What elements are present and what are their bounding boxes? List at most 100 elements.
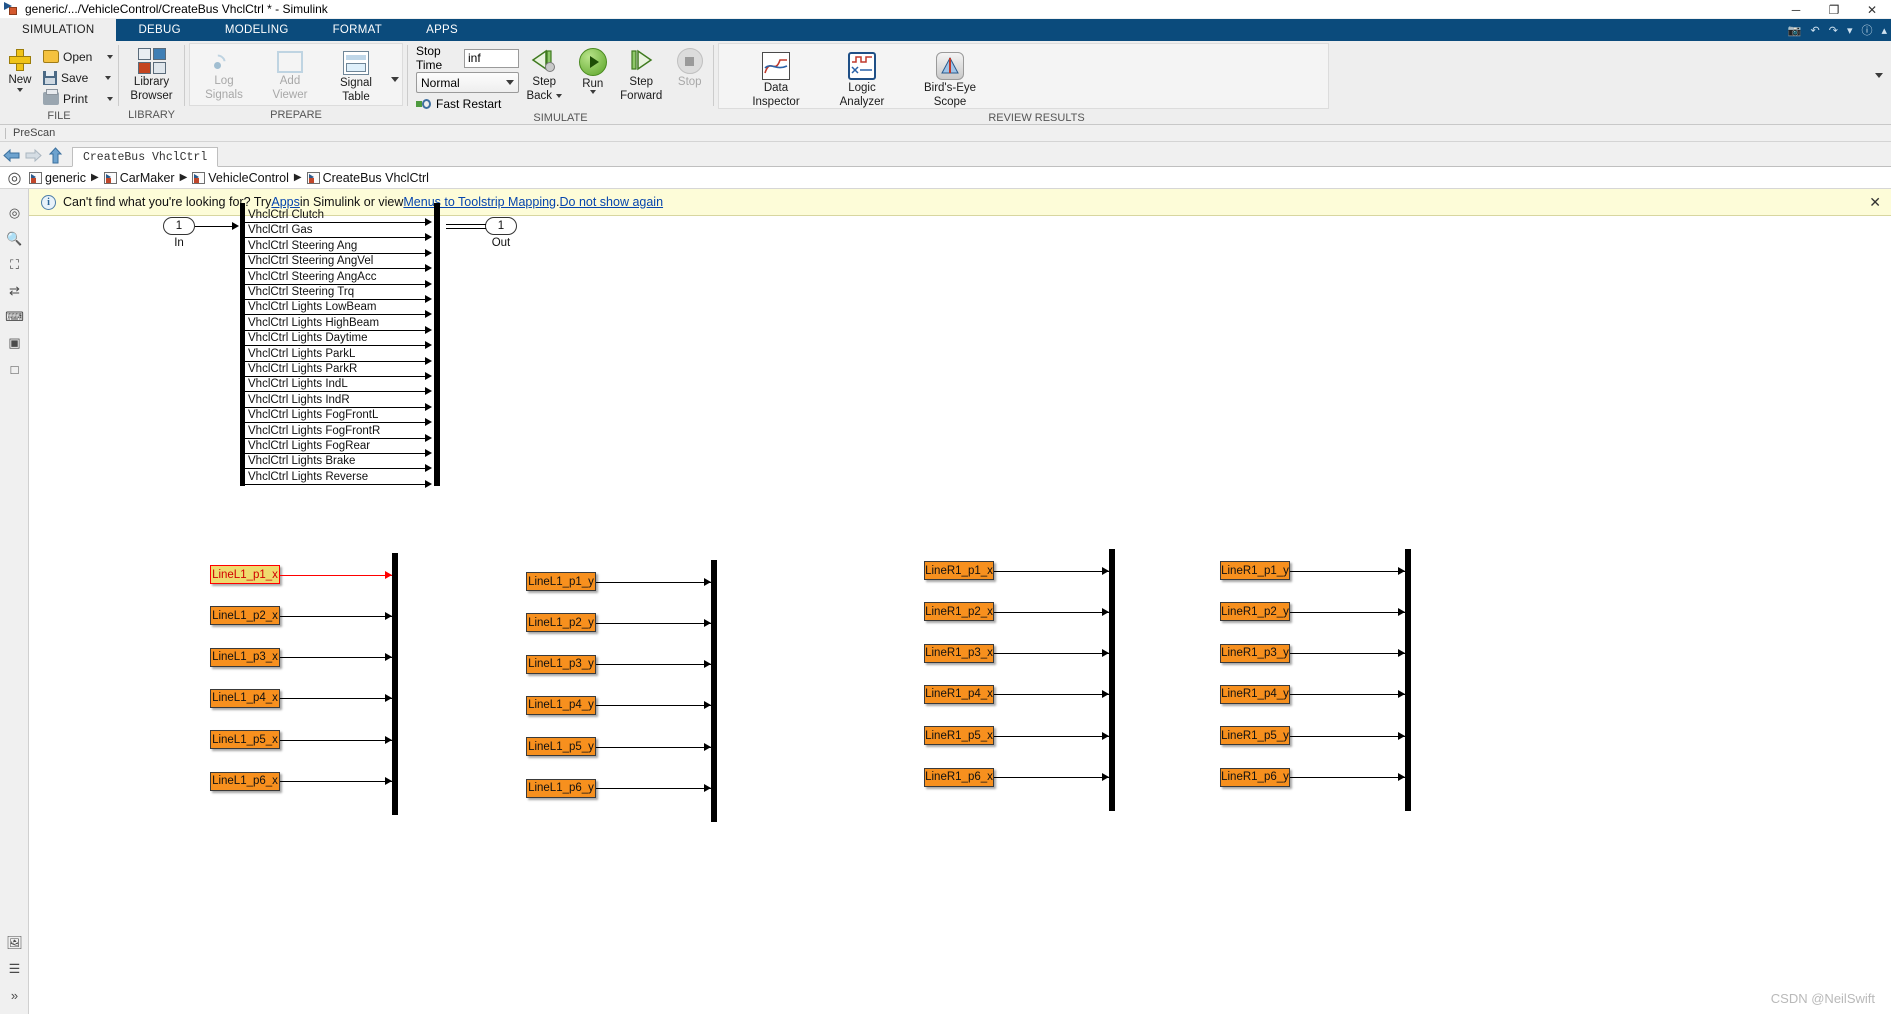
constant-signal-line[interactable] [280,739,392,741]
bus-output-line-top[interactable] [446,224,486,225]
inport-signal-line[interactable] [195,226,235,227]
fast-restart-toggle[interactable]: Fast Restart [416,97,519,111]
property-inspector-icon[interactable]: ☰ [0,956,29,982]
run-button[interactable]: Run [570,45,617,94]
back-arrow-icon[interactable] [0,144,22,166]
target-icon[interactable]: ◎ [0,200,29,226]
constant-block[interactable]: LineR1_p6_y [1220,767,1290,787]
up-arrow-icon[interactable] [44,144,66,166]
prepare-overflow-chevron-down-icon[interactable] [391,77,399,82]
chevron-down-icon[interactable] [17,88,23,92]
area-icon[interactable]: □ [0,356,29,382]
bus-output-line-bottom[interactable] [446,228,486,229]
bus-signal-line[interactable] [245,314,429,316]
ribbon-collapse-chevron-down-icon[interactable] [1875,73,1883,78]
constant-block[interactable]: LineL1_p4_x [210,688,280,708]
bus-signal-line[interactable] [245,268,429,270]
tab-simulation[interactable]: SIMULATION [0,19,117,41]
constant-signal-line[interactable] [994,653,1109,655]
constant-block[interactable]: LineL1_p1_x [210,565,280,584]
constant-signal-line[interactable] [994,570,1109,572]
constant-block[interactable]: LineL1_p3_y [526,654,596,674]
chevron-down-icon[interactable] [107,54,113,59]
breadcrumb-item-createbus-vhclctrl[interactable]: CreateBus VhclCtrl [306,171,429,185]
simulation-mode-select[interactable]: Normal [416,72,519,93]
chevron-down-icon[interactable] [107,96,113,101]
constant-block[interactable]: LineL1_p2_x [210,606,280,626]
birds-eye-scope-button[interactable]: Bird's-Eye Scope [917,49,983,108]
constant-signal-line[interactable] [994,735,1109,737]
chevron-down-icon[interactable] [105,75,111,80]
bus-signal-line[interactable] [245,345,429,347]
redo-icon[interactable]: ↷ [1829,24,1838,37]
breadcrumb-item-carmaker[interactable]: CarMaker [103,171,175,185]
constant-signal-line[interactable] [994,611,1109,613]
notification-link-do-not-show-again[interactable]: Do not show again [560,195,664,209]
bus-signal-line[interactable] [245,406,429,408]
bus-signal-line[interactable] [245,329,429,331]
constant-signal-line[interactable] [280,657,392,659]
constant-signal-line[interactable] [1290,777,1405,778]
constant-block[interactable]: LineL1_p4_y [526,695,596,715]
expand-icon[interactable]: ▴ [1881,24,1887,37]
constant-block[interactable]: LineR1_p3_y [1220,643,1290,663]
add-viewer-button[interactable]: Add Viewer [259,48,321,101]
constant-signal-line[interactable] [994,777,1109,778]
constant-signal-line[interactable] [280,698,392,700]
notification-link-apps[interactable]: Apps [271,195,300,209]
bus-signal-line[interactable] [245,360,429,362]
constant-signal-line[interactable] [596,746,711,748]
close-button[interactable]: ✕ [1853,0,1891,19]
stop-button[interactable]: Stop [667,45,714,88]
image-icon[interactable]: ▣ [0,330,29,356]
chevron-down-icon[interactable] [556,94,563,98]
print-button[interactable]: Print [40,88,113,109]
inport-block[interactable]: 1 [163,217,195,235]
constant-signal-line[interactable] [1290,694,1405,696]
mux-bar-linel1-y[interactable] [711,560,717,822]
bus-signal-line[interactable] [245,468,429,470]
mux-bar-liner1-y[interactable] [1405,549,1411,811]
tab-debug[interactable]: DEBUG [116,19,202,41]
fit-to-view-icon[interactable]: ⛶ [0,252,29,278]
save-button[interactable]: Save [40,67,113,88]
prescan-label[interactable]: PreScan [13,127,55,139]
model-explorer-icon[interactable]: 🖼 [0,930,29,956]
constant-block[interactable]: LineL1_p3_x [210,647,280,667]
bus-signal-line[interactable] [245,222,429,223]
constant-signal-line[interactable] [596,622,711,624]
expand-panel-icon[interactable]: » [0,982,29,1008]
annotation-icon[interactable]: ⌨ [0,304,29,330]
constant-block[interactable]: LineL1_p6_x [210,771,280,791]
screenshot-icon[interactable]: 📷 [1788,24,1802,37]
constant-signal-line[interactable] [280,574,392,576]
mux-bar-liner1-x[interactable] [1109,549,1115,811]
open-button[interactable]: Open [40,46,113,67]
step-back-button[interactable]: Step Back [521,45,568,102]
bus-signal-line[interactable] [245,437,429,439]
step-forward-button[interactable]: Step Forward [618,45,665,102]
constant-block[interactable]: LineR1_p2_x [924,602,994,622]
data-inspector-button[interactable]: Data Inspector [745,49,807,108]
constant-block[interactable]: LineR1_p4_x [924,684,994,704]
constant-block[interactable]: LineR1_p5_x [924,726,994,746]
breadcrumb-item-vehiclecontrol[interactable]: VehicleControl [192,171,289,185]
notification-link-menus-to-toolstrip-mapping[interactable]: Menus to Toolstrip Mapping [403,195,556,209]
constant-block[interactable]: LineR1_p6_x [924,767,994,787]
constant-signal-line[interactable] [596,705,711,707]
bus-signal-line[interactable] [245,299,429,300]
close-icon[interactable]: ✕ [1869,194,1881,211]
outport-block[interactable]: 1 [485,217,517,235]
model-tab-createbus-vhclctrl[interactable]: CreateBus VhclCtrl [72,147,219,167]
constant-block[interactable]: LineR1_p4_y [1220,684,1290,704]
help-icon[interactable]: ⓘ [1861,22,1872,38]
constant-signal-line[interactable] [994,694,1109,696]
constant-signal-line[interactable] [1290,611,1405,613]
pan-icon[interactable]: ⇄ [0,278,29,304]
tab-format[interactable]: FORMAT [311,19,405,41]
bus-signal-line[interactable] [245,453,429,454]
forward-arrow-icon[interactable] [22,144,44,166]
minimize-button[interactable]: ─ [1777,0,1815,19]
constant-signal-line[interactable] [1290,735,1405,737]
bus-signal-line[interactable] [245,237,429,239]
